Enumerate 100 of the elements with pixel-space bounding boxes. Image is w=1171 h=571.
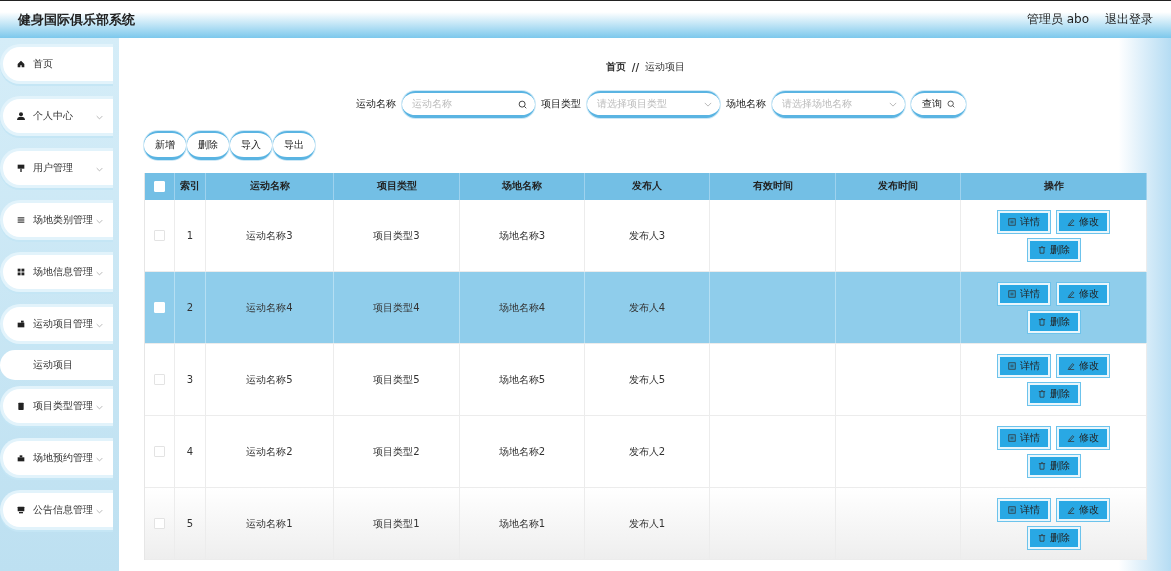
- table-cell: 场地名称1: [460, 488, 585, 559]
- menu-item[interactable]: 场地类别管理: [0, 200, 113, 240]
- row-checkbox[interactable]: [154, 446, 165, 457]
- details-button[interactable]: 详情: [998, 210, 1050, 233]
- menu-item[interactable]: 首页: [0, 44, 113, 84]
- menu-item[interactable]: 项目类型管理: [0, 386, 113, 426]
- row-checkbox[interactable]: [154, 374, 165, 385]
- delete-button[interactable]: 删除: [1027, 526, 1080, 549]
- menu-item[interactable]: 场地信息管理: [0, 252, 113, 292]
- table-row[interactable]: 4 运动名称2 项目类型2 场地名称2 发布人2 详情 修改 删除: [145, 416, 1147, 488]
- briefcase-icon: [17, 320, 25, 328]
- trash-icon: [1037, 317, 1046, 326]
- trash-icon: [1037, 389, 1046, 398]
- select-field[interactable]: 请选择场地名称: [771, 90, 905, 118]
- pencil-icon: [1067, 217, 1075, 226]
- chevron-down-icon: [96, 115, 103, 120]
- chevron-down-icon: [888, 101, 897, 107]
- row-checkbox[interactable]: [154, 230, 165, 241]
- menu-item[interactable]: 个人中心: [0, 96, 113, 136]
- chevron-down-icon: [96, 271, 103, 276]
- table-row[interactable]: 2 运动名称4 项目类型4 场地名称4 发布人4 详情 修改 删除: [145, 272, 1147, 344]
- table-row[interactable]: 3 运动名称5 项目类型5 场地名称5 发布人5 详情 修改 删除: [145, 344, 1147, 416]
- toolbar-button[interactable]: 导出: [273, 131, 315, 160]
- edit-button[interactable]: 修改: [1057, 354, 1109, 377]
- delete-button[interactable]: 删除: [1027, 382, 1080, 405]
- pencil-icon: [1067, 505, 1075, 514]
- search-icon: [946, 99, 955, 108]
- select-all-checkbox[interactable]: [154, 181, 165, 192]
- field-label: 运动名称: [355, 97, 396, 111]
- toolbar-button[interactable]: 删除: [187, 131, 229, 160]
- table-cell: 场地名称2: [460, 416, 585, 487]
- details-button[interactable]: 详情: [998, 426, 1050, 449]
- table-cell: 项目类型3: [334, 200, 460, 271]
- field-label: 场地名称: [725, 97, 766, 111]
- breadcrumb-home[interactable]: 首页: [605, 60, 626, 74]
- chevron-down-icon: [96, 457, 103, 462]
- table-cell: 项目类型1: [334, 488, 460, 559]
- pencil-icon: [1067, 289, 1075, 298]
- toolbar-button[interactable]: 导入: [230, 131, 272, 160]
- table-cell: 发布人2: [585, 416, 710, 487]
- trash-icon: [1037, 245, 1046, 254]
- breadcrumb-current: 运动项目: [645, 60, 686, 74]
- document-icon: [1008, 289, 1016, 298]
- field-label: 项目类型: [540, 97, 581, 111]
- submenu-item[interactable]: 运动项目: [0, 350, 113, 380]
- table-cell: 发布人3: [585, 200, 710, 271]
- breadcrumb-separator: //: [631, 61, 640, 73]
- search-button[interactable]: 查询: [910, 90, 966, 118]
- user-icon: [17, 112, 25, 120]
- details-button[interactable]: 详情: [998, 498, 1050, 521]
- toolbar-button[interactable]: 新增: [144, 131, 186, 160]
- document-icon: [1008, 217, 1016, 226]
- list-icon: [17, 216, 25, 224]
- chevron-down-icon: [96, 405, 103, 410]
- table-row[interactable]: 1 运动名称3 项目类型3 场地名称3 发布人3 详情 修改 删除: [145, 200, 1147, 272]
- menu-item[interactable]: 公告信息管理: [0, 490, 113, 530]
- clipboard-icon: [17, 402, 25, 410]
- table-cell: 运动名称4: [206, 272, 334, 343]
- bag-icon: [17, 454, 25, 462]
- menu-item[interactable]: 场地预约管理: [0, 438, 113, 478]
- table-row[interactable]: 5 运动名称1 项目类型1 场地名称1 发布人1 详情 修改 删除: [145, 488, 1147, 560]
- table-cell: 项目类型5: [334, 344, 460, 415]
- table-cell: 发布人5: [585, 344, 710, 415]
- search-icon: [517, 99, 527, 109]
- trash-icon: [1037, 533, 1046, 542]
- table-cell: 4: [175, 416, 206, 487]
- app-title: 健身国际俱乐部系统: [18, 10, 135, 29]
- pencil-icon: [1067, 433, 1075, 442]
- details-button[interactable]: 详情: [998, 282, 1050, 305]
- table-cell: 1: [175, 200, 206, 271]
- user-label: 管理员 abo: [1026, 11, 1089, 28]
- table-cell: 场地名称4: [460, 272, 585, 343]
- menu-item[interactable]: 用户管理: [0, 148, 113, 188]
- table-cell: 项目类型4: [334, 272, 460, 343]
- table-cell: 发布人4: [585, 272, 710, 343]
- table-cell: 运动名称1: [206, 488, 334, 559]
- table-cell: 2: [175, 272, 206, 343]
- grid-icon: [17, 268, 25, 276]
- pencil-icon: [1067, 361, 1075, 370]
- flag-icon: [17, 164, 25, 172]
- row-checkbox[interactable]: [154, 518, 165, 529]
- home-icon: [17, 60, 25, 68]
- table-cell: 场地名称5: [460, 344, 585, 415]
- table-cell: 运动名称5: [206, 344, 334, 415]
- details-button[interactable]: 详情: [998, 354, 1050, 377]
- menu-item[interactable]: 运动项目管理: [0, 304, 113, 344]
- table-cell: 项目类型2: [334, 416, 460, 487]
- delete-button[interactable]: 删除: [1027, 310, 1080, 333]
- edit-button[interactable]: 修改: [1057, 210, 1109, 233]
- edit-button[interactable]: 修改: [1057, 498, 1109, 521]
- table-cell: 发布人1: [585, 488, 710, 559]
- delete-button[interactable]: 删除: [1027, 238, 1080, 261]
- edit-button[interactable]: 修改: [1057, 426, 1109, 449]
- logout-link[interactable]: 退出登录: [1105, 11, 1153, 28]
- edit-button[interactable]: 修改: [1057, 282, 1109, 305]
- delete-button[interactable]: 删除: [1027, 454, 1080, 477]
- chevron-down-icon: [96, 509, 103, 514]
- chevron-down-icon: [96, 219, 103, 224]
- table-cell: 5: [175, 488, 206, 559]
- monitor-icon: [17, 506, 25, 514]
